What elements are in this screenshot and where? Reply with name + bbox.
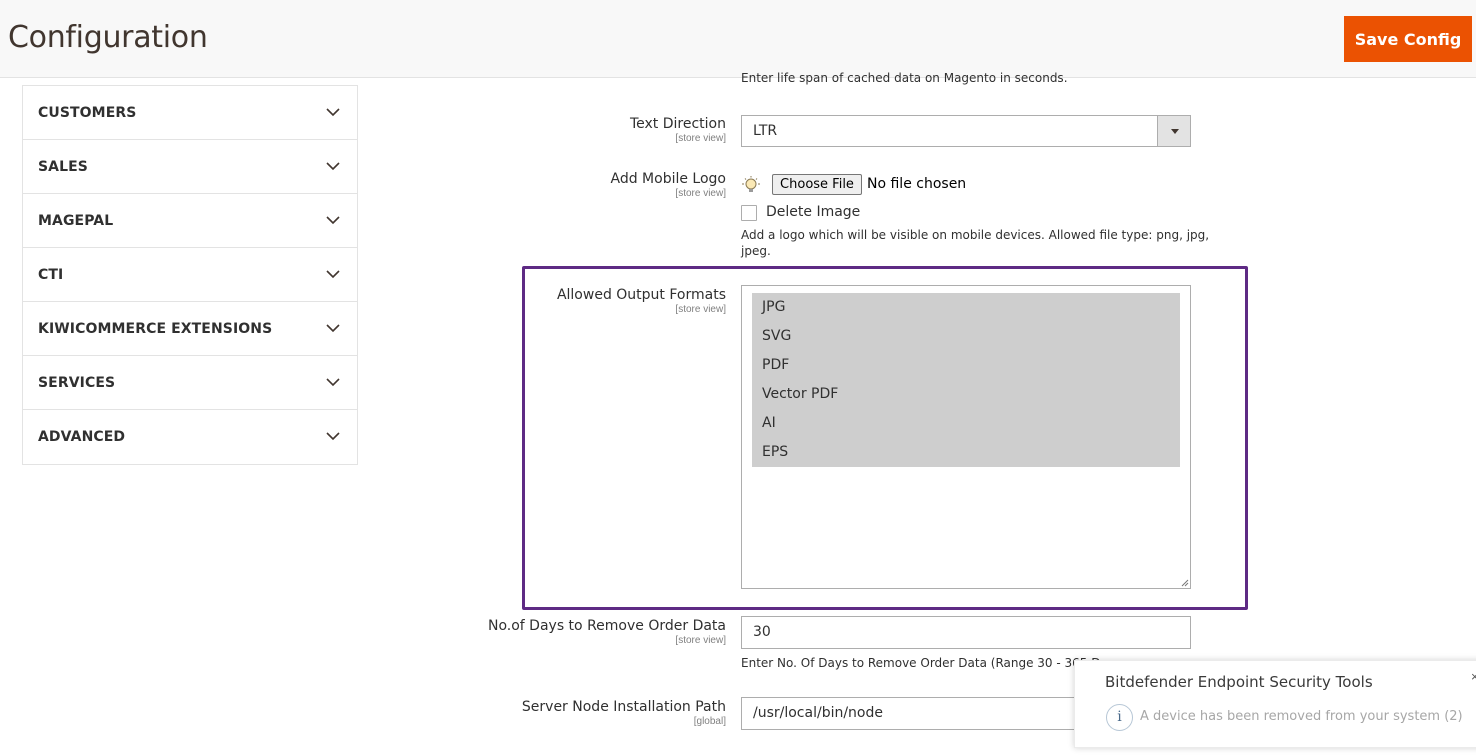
cache-lifetime-note: Enter life span of cached data on Magent… [741,71,1068,85]
sidebar-item-label: CUSTOMERS [38,105,137,121]
close-icon[interactable]: × [1471,669,1476,684]
field-scope: [global] [693,716,726,727]
no-file-text: No file chosen [867,176,967,192]
chevron-down-icon [326,162,340,171]
note-line: jpeg. [741,244,771,258]
field-scope: [store view] [675,133,726,144]
field-scope: [store view] [675,635,726,646]
sidebar-item-advanced[interactable]: ADVANCED [23,410,357,464]
security-notification: Bitdefender Endpoint Security Tools × i … [1074,660,1476,748]
option-eps[interactable]: EPS [752,438,1180,467]
remove-days-note: Enter No. Of Days to Remove Order Data (… [741,656,1108,670]
field-label: Text Direction [629,116,726,132]
option-vector-pdf[interactable]: Vector PDF [752,380,1180,409]
sidebar-item-label: MAGEPAL [38,213,114,229]
sidebar-item-services[interactable]: SERVICES [23,356,357,410]
sidebar-item-label: KIWICOMMERCE EXTENSIONS [38,321,273,337]
output-formats-multiselect[interactable]: JPG SVG PDF Vector PDF AI EPS [741,285,1191,589]
option-jpg[interactable]: JPG [752,293,1180,322]
output-formats-label: Allowed Output Formats [store view] [557,287,726,315]
sidebar-item-label: CTI [38,267,64,283]
delete-image-checkbox[interactable] [741,205,757,221]
info-icon: i [1106,704,1133,731]
sidebar-item-cti[interactable]: CTI [23,248,357,302]
sidebar-item-kiwicommerce-extensions[interactable]: KIWICOMMERCE EXTENSIONS [23,302,357,356]
select-value: LTR [753,123,778,139]
notification-title: Bitdefender Endpoint Security Tools [1105,673,1373,691]
resize-handle-icon[interactable] [1181,579,1189,587]
chevron-down-icon [326,432,340,441]
mobile-logo-label: Add Mobile Logo [store view] [611,171,727,199]
node-path-label: Server Node Installation Path [global] [522,699,726,727]
sidebar-item-label: SALES [38,159,88,175]
sidebar-item-customers[interactable]: CUSTOMERS [23,86,357,140]
chevron-down-icon [326,378,340,387]
dropdown-arrow-icon [1157,116,1190,146]
chevron-down-icon [326,216,340,225]
field-label: Server Node Installation Path [521,699,726,715]
page-header: Configuration Save Config [0,0,1476,78]
remove-days-input[interactable]: 30 [741,616,1191,649]
text-direction-select[interactable]: LTR [741,115,1191,147]
sidebar-item-sales[interactable]: SALES [23,140,357,194]
field-label: No.of Days to Remove Order Data [487,618,726,634]
page-title: Configuration [8,20,208,55]
sidebar-item-label: SERVICES [38,375,116,391]
text-direction-label: Text Direction [store view] [630,116,726,144]
delete-image-label[interactable]: Delete Image [766,204,860,220]
config-sidebar: CUSTOMERS SALES MAGEPAL CTI KIWICOMMERCE… [22,85,358,465]
chevron-down-icon [326,270,340,279]
note-line: Add a logo which will be visible on mobi… [741,228,1210,242]
notification-message: A device has been removed from your syst… [1140,709,1463,724]
remove-days-label: No.of Days to Remove Order Data [store v… [488,618,726,646]
field-scope: [store view] [675,188,726,199]
field-label: Add Mobile Logo [610,171,727,187]
lightbulb-icon [742,176,760,192]
sidebar-item-label: ADVANCED [38,429,126,445]
field-label: Allowed Output Formats [556,287,726,303]
save-config-button[interactable]: Save Config [1344,16,1472,62]
sidebar-item-magepal[interactable]: MAGEPAL [23,194,357,248]
mobile-logo-note: Add a logo which will be visible on mobi… [741,227,1209,259]
chevron-down-icon [326,324,340,333]
choose-file-button[interactable]: Choose File [772,174,862,195]
chevron-down-icon [326,108,340,117]
option-pdf[interactable]: PDF [752,351,1180,380]
field-scope: [store view] [675,304,726,315]
option-svg[interactable]: SVG [752,322,1180,351]
option-ai[interactable]: AI [752,409,1180,438]
